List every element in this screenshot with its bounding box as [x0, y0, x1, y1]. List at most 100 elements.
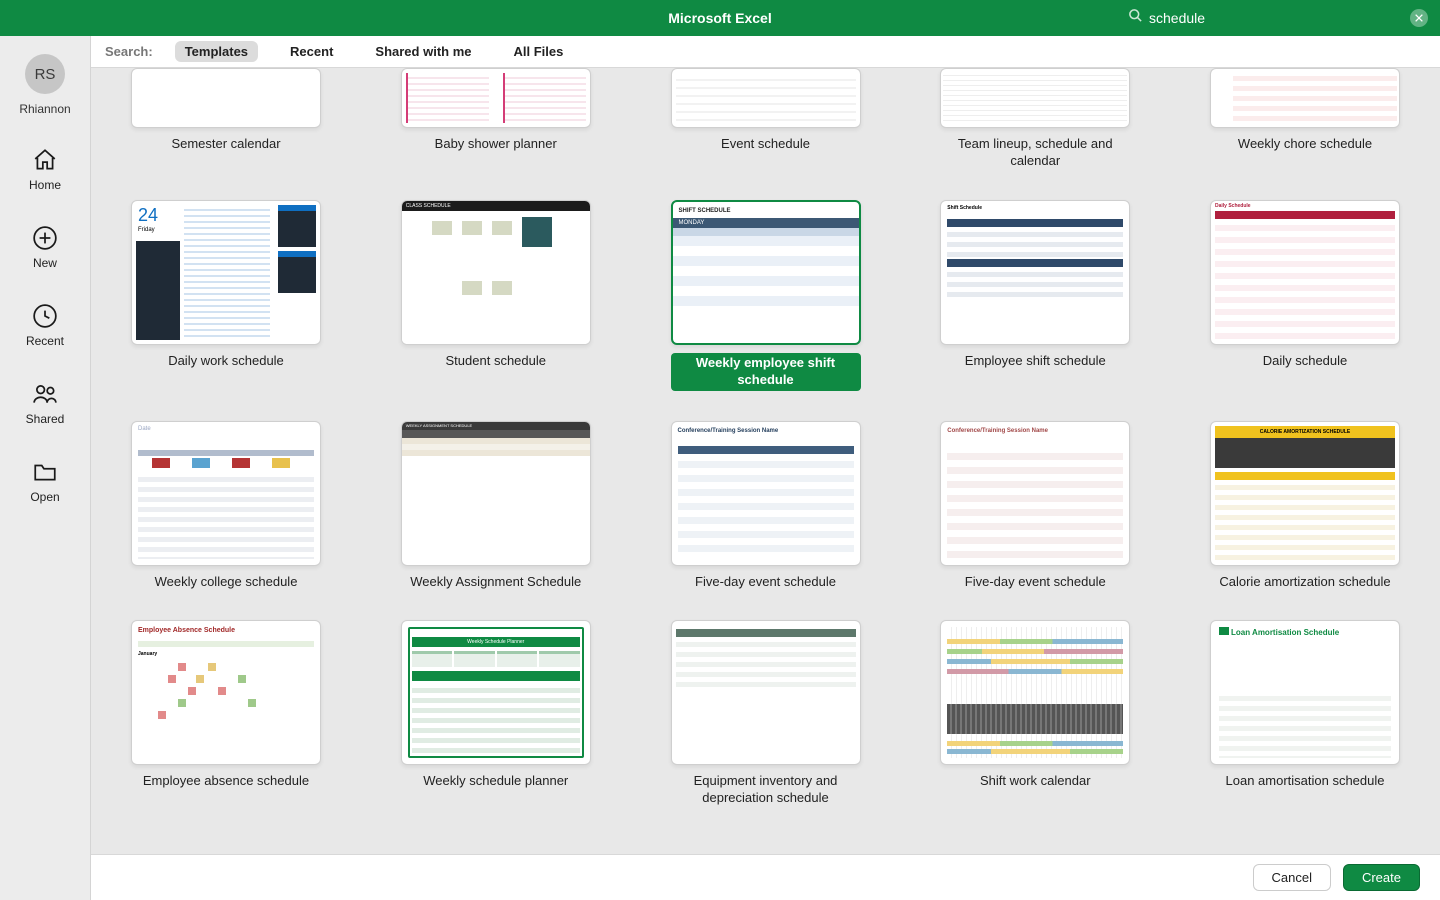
thumb-text: January — [138, 651, 157, 657]
template-thumbnail: Date — [131, 421, 321, 566]
thumb-text: Shift Schedule — [947, 205, 982, 211]
thumb-text: MONDAY — [673, 218, 859, 228]
template-thumbnail — [940, 68, 1130, 128]
template-card[interactable]: Semester calendar — [121, 68, 331, 170]
template-label: Weekly schedule planner — [423, 773, 568, 790]
template-thumbnail — [1210, 68, 1400, 128]
folder-icon — [32, 458, 58, 486]
thumb-text: Loan Amortisation Schedule — [1219, 627, 1339, 637]
template-card[interactable]: Conference/Training Session Name Five-da… — [661, 421, 871, 591]
template-thumbnail: Weekly Schedule Planner — [401, 620, 591, 765]
filter-recent[interactable]: Recent — [280, 41, 343, 62]
filter-shared-with-me[interactable]: Shared with me — [365, 41, 481, 62]
template-thumbnail: Shift Schedule — [940, 200, 1130, 345]
template-thumbnail: CALORIE AMORTIZATION SCHEDULE — [1210, 421, 1400, 566]
template-thumbnail: Employee Absence Schedule January — [131, 620, 321, 765]
bank-icon — [1219, 627, 1229, 635]
template-label: Shift work calendar — [980, 773, 1091, 790]
template-label: Daily schedule — [1263, 353, 1348, 370]
template-card[interactable]: Equipment inventory and depreciation sch… — [661, 620, 871, 807]
nav-home-label: Home — [29, 178, 61, 192]
template-label: Equipment inventory and depreciation sch… — [671, 773, 861, 807]
template-card[interactable]: CLASS SCHEDULE Student schedule — [391, 200, 601, 391]
template-thumbnail: Daily Schedule — [1210, 200, 1400, 345]
nav-shared-label: Shared — [26, 412, 65, 426]
template-card[interactable]: Conference/Training Session Name Five-da… — [930, 421, 1140, 591]
search-field[interactable] — [1128, 8, 1428, 28]
template-card[interactable]: Date Weekly college schedule — [121, 421, 331, 591]
nav-shared[interactable]: Shared — [26, 380, 65, 426]
filter-bar: Search: Templates Recent Shared with me … — [91, 36, 1440, 68]
template-card[interactable]: Employee Absence Schedule January — [121, 620, 331, 807]
template-card[interactable]: Shift Schedule Employee shift schedule — [930, 200, 1140, 391]
template-thumbnail: WEEKLY ASSIGNMENT SCHEDULE — [401, 421, 591, 566]
template-thumbnail: Conference/Training Session Name — [940, 421, 1130, 566]
user-name: Rhiannon — [19, 102, 70, 116]
thumb-text: 24 — [138, 205, 158, 226]
template-label: Baby shower planner — [435, 136, 557, 153]
create-button[interactable]: Create — [1343, 864, 1420, 891]
sidebar: RS Rhiannon Home New Recent — [0, 36, 90, 900]
template-thumbnail: CLASS SCHEDULE — [401, 200, 591, 345]
main-panel: Search: Templates Recent Shared with me … — [90, 36, 1440, 900]
search-input[interactable] — [1149, 10, 1410, 26]
plus-circle-icon — [32, 224, 58, 252]
template-label: Employee absence schedule — [143, 773, 309, 790]
nav-new-label: New — [33, 256, 57, 270]
search-icon — [1128, 8, 1143, 28]
filter-templates[interactable]: Templates — [175, 41, 258, 62]
avatar[interactable]: RS — [25, 54, 65, 94]
template-card[interactable]: Weekly Schedule Planner Weekly schedule … — [391, 620, 601, 807]
filter-all-files[interactable]: All Files — [503, 41, 573, 62]
template-label: Weekly college schedule — [155, 574, 298, 591]
template-label: Semester calendar — [171, 136, 280, 153]
nav-open[interactable]: Open — [30, 458, 59, 504]
cancel-button[interactable]: Cancel — [1253, 864, 1331, 891]
nav-open-label: Open — [30, 490, 59, 504]
footer: Cancel Create — [91, 854, 1440, 900]
template-label: Daily work schedule — [168, 353, 284, 370]
template-thumbnail — [671, 620, 861, 765]
template-card[interactable]: WEEKLY ASSIGNMENT SCHEDULE Weekly Assign… — [391, 421, 601, 591]
titlebar: Microsoft Excel — [0, 0, 1440, 36]
template-card[interactable]: CALORIE AMORTIZATION SCHEDULE Calorie am… — [1200, 421, 1410, 591]
nav-new[interactable]: New — [32, 224, 58, 270]
template-label: Loan amortisation schedule — [1226, 773, 1385, 790]
thumb-text: Conference/Training Session Name — [947, 428, 1048, 434]
thumb-text: Friday — [138, 227, 155, 233]
template-thumbnail: Conference/Training Session Name — [671, 421, 861, 566]
nav-recent[interactable]: Recent — [26, 302, 64, 348]
template-card[interactable]: Baby shower planner — [391, 68, 601, 170]
template-grid[interactable]: Semester calendar Baby shower planner Ev… — [91, 68, 1440, 854]
template-thumbnail: Loan Amortisation Schedule — [1210, 620, 1400, 765]
template-card[interactable]: 24 Friday Daily work schedule — [121, 200, 331, 391]
template-label: Weekly chore schedule — [1238, 136, 1372, 153]
clear-search-icon[interactable] — [1410, 9, 1428, 27]
template-card[interactable]: Weekly chore schedule — [1200, 68, 1410, 170]
template-card[interactable]: Daily Schedule Daily schedule — [1200, 200, 1410, 391]
template-label: Employee shift schedule — [965, 353, 1106, 370]
thumb-text: Employee Absence Schedule — [138, 627, 235, 634]
nav-home[interactable]: Home — [29, 146, 61, 192]
template-thumbnail — [401, 68, 591, 128]
template-card[interactable]: Team lineup, schedule and calendar — [930, 68, 1140, 170]
thumb-text: CLASS SCHEDULE — [402, 201, 590, 211]
template-label: Student schedule — [446, 353, 546, 370]
template-thumbnail — [131, 68, 321, 128]
template-card[interactable]: Loan Amortisation Schedule Loan amortisa… — [1200, 620, 1410, 807]
template-card[interactable]: Shift work calendar — [930, 620, 1140, 807]
thumb-text: Daily Schedule — [1215, 203, 1251, 209]
template-card-selected[interactable]: SHIFT SCHEDULE MONDAY Weekly employee sh… — [661, 200, 871, 391]
template-label: Five-day event schedule — [695, 574, 836, 591]
thumb-text: Conference/Training Session Name — [678, 428, 779, 434]
template-label: Team lineup, schedule and calendar — [940, 136, 1130, 170]
thumb-text: Weekly Schedule Planner — [412, 637, 580, 647]
thumb-text: Loan Amortisation Schedule — [1231, 628, 1339, 637]
template-label: Event schedule — [721, 136, 810, 153]
thumb-text: Date — [138, 426, 151, 432]
template-card[interactable]: Event schedule — [661, 68, 871, 170]
thumb-text: CALORIE AMORTIZATION SCHEDULE — [1215, 426, 1395, 438]
filter-label: Search: — [105, 44, 153, 59]
template-thumbnail — [671, 68, 861, 128]
app-title: Microsoft Excel — [668, 10, 771, 26]
